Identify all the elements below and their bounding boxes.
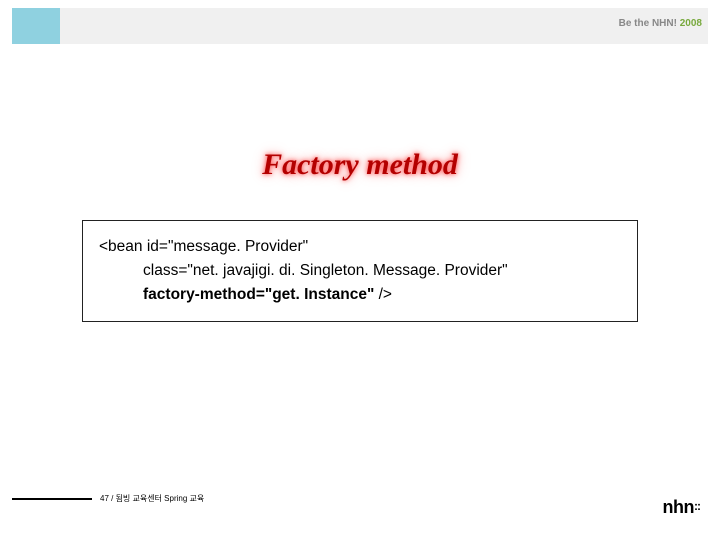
tagline-year: 2008: [680, 18, 702, 29]
header-bar: [12, 8, 708, 44]
tagline-prefix: Be the NHN!: [619, 18, 677, 29]
code-line-3: factory-method="get. Instance" />: [99, 283, 621, 307]
slide-title: Factory method: [0, 148, 720, 182]
code-line-1: <bean id="message. Provider": [99, 235, 621, 259]
code-box: <bean id="message. Provider" class="net.…: [82, 220, 638, 322]
nhn-logo-dots: ::: [694, 499, 700, 513]
code-line-2: class="net. javajigi. di. Singleton. Mes…: [99, 259, 621, 283]
footer-text: 47 / 됨빙 교육센터 Spring 교육: [100, 493, 204, 504]
nhn-logo-text: nhn: [663, 497, 695, 517]
footer-rule: [12, 498, 92, 500]
nhn-logo: nhn::: [663, 497, 701, 518]
code-line-3-strong: factory-method="get. Instance": [143, 286, 374, 303]
header-tagline: Be the NHN! 2008: [619, 18, 702, 29]
header-accent-block: [12, 8, 60, 44]
code-line-3-tail: />: [374, 286, 392, 303]
